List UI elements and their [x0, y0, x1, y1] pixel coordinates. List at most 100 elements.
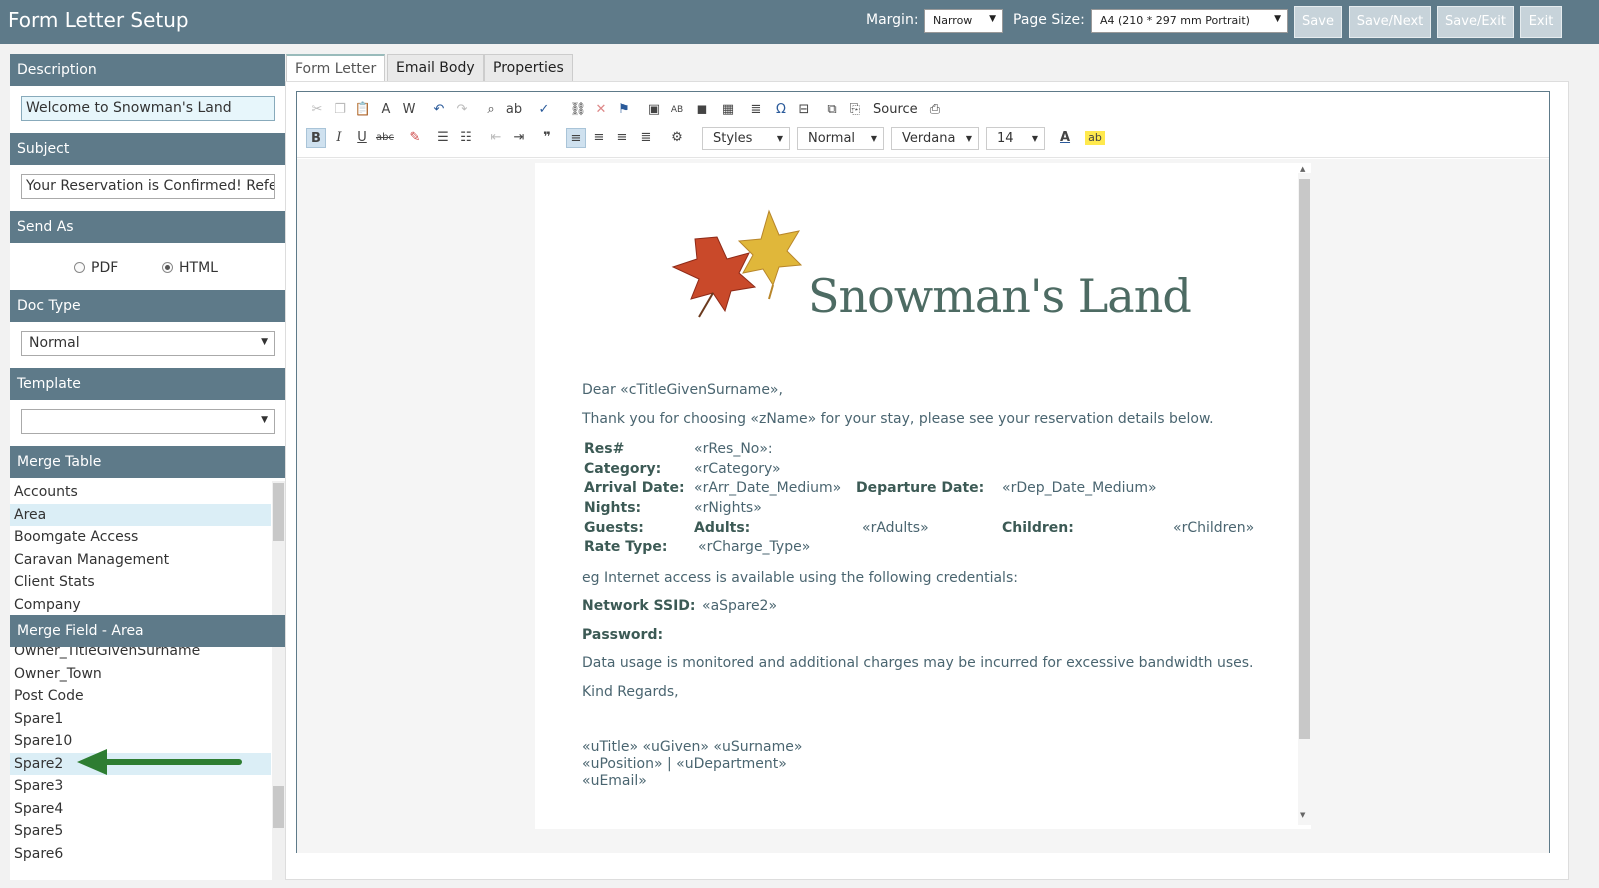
- redo-icon[interactable]: ↷: [452, 100, 472, 120]
- background-color-icon[interactable]: ab: [1085, 131, 1105, 145]
- autumn-leaves-logo: [671, 209, 803, 318]
- language-icon[interactable]: ⚙: [667, 128, 687, 148]
- image-button-icon[interactable]: ◼: [692, 100, 712, 120]
- subject-header: Subject: [10, 133, 285, 165]
- iframe-icon[interactable]: ⧉: [822, 100, 842, 120]
- list-item[interactable]: Post Code: [10, 685, 271, 708]
- align-justify-icon[interactable]: ≣: [636, 128, 656, 148]
- scrollbar[interactable]: [272, 481, 285, 615]
- merge-field-header: Merge Field - Area: [10, 615, 285, 647]
- anchor-flag-icon[interactable]: ⚑: [614, 100, 634, 120]
- list-item[interactable]: Spare3: [10, 775, 271, 798]
- align-left-icon[interactable]: ≡: [566, 128, 586, 148]
- list-item[interactable]: Spare4: [10, 798, 271, 821]
- bullet-list-icon[interactable]: ☷: [456, 128, 476, 148]
- arrival-label: Arrival Date:: [584, 480, 685, 496]
- editor-scrollbar[interactable]: ▲ ▼: [1298, 165, 1311, 825]
- template-select[interactable]: ▼: [21, 409, 275, 434]
- underline-icon[interactable]: U: [352, 128, 372, 148]
- styles-select[interactable]: Styles ▼: [702, 127, 790, 150]
- rate-type-value: «rCharge_Type»: [698, 539, 811, 555]
- doc-type-select[interactable]: Normal ▼: [21, 331, 275, 356]
- text-color-icon[interactable]: A: [1055, 128, 1075, 148]
- category-label: Category:: [584, 461, 662, 477]
- template-header: Template: [10, 368, 285, 400]
- list-item[interactable]: Spare5: [10, 820, 271, 843]
- paste-text-icon[interactable]: A: [376, 100, 396, 120]
- subject-input[interactable]: Your Reservation is Confirmed! Refe: [21, 174, 275, 199]
- editor-area[interactable]: Snowman's Land Dear «cTitleGivenSurname»…: [297, 159, 1549, 853]
- outdent-icon[interactable]: ⇤: [486, 128, 506, 148]
- cut-icon[interactable]: ✂: [307, 100, 327, 120]
- image-icon[interactable]: ▣: [644, 100, 664, 120]
- merge-table-list[interactable]: Accounts Area Boomgate Access Caravan Ma…: [10, 481, 285, 615]
- list-item[interactable]: Area: [10, 503, 271, 526]
- list-item[interactable]: Owner_TitleGivenSurname: [10, 647, 271, 663]
- print-icon[interactable]: ⎙: [925, 100, 945, 120]
- save-button[interactable]: Save: [1294, 6, 1342, 38]
- spellcheck-icon[interactable]: ✓: [534, 100, 554, 120]
- list-item[interactable]: Client Stats: [10, 571, 271, 594]
- signature-name: «uTitle» «uGiven» «uSurname»: [582, 739, 803, 755]
- list-item[interactable]: Accounts: [10, 481, 271, 504]
- list-item[interactable]: Caravan Management: [10, 549, 271, 572]
- numbered-list-icon[interactable]: ☰: [433, 128, 453, 148]
- font-size-value: 14: [997, 131, 1014, 146]
- align-right-icon[interactable]: ≡: [612, 128, 632, 148]
- font-value: Verdana: [902, 131, 956, 146]
- list-item[interactable]: Company: [10, 594, 271, 616]
- tab-form-letter[interactable]: Form Letter: [286, 54, 386, 83]
- chevron-down-icon: ▼: [870, 134, 877, 143]
- save-exit-button[interactable]: Save/Exit: [1437, 6, 1514, 38]
- list-item[interactable]: Owner_Town: [10, 663, 271, 686]
- undo-icon[interactable]: ↶: [429, 100, 449, 120]
- scrollbar-thumb[interactable]: [273, 483, 284, 541]
- radio-html[interactable]: HTML: [162, 260, 218, 276]
- unlink-icon[interactable]: ✕: [591, 100, 611, 120]
- tab-email-body[interactable]: Email Body: [387, 54, 484, 82]
- bold-icon[interactable]: B: [306, 128, 326, 148]
- description-input[interactable]: Welcome to Snowman's Land: [21, 96, 275, 121]
- italic-icon[interactable]: I: [329, 128, 349, 148]
- replace-icon[interactable]: ab: [504, 100, 524, 120]
- source-button[interactable]: Source: [873, 102, 918, 117]
- res-value: «rRes_No»:: [694, 441, 773, 457]
- scroll-down-icon[interactable]: ▼: [1300, 811, 1305, 819]
- find-icon[interactable]: ⌕: [481, 100, 501, 120]
- radio-pdf[interactable]: PDF: [74, 260, 118, 276]
- top-bar: Form Letter Setup Margin: Narrow ▼ Page S…: [0, 0, 1599, 44]
- nights-value: «rNights»: [694, 500, 762, 516]
- source-icon[interactable]: ⎘: [845, 100, 865, 120]
- copy-icon[interactable]: ❐: [330, 100, 350, 120]
- flash-icon[interactable]: AB: [667, 100, 687, 120]
- table-icon[interactable]: ▦: [718, 100, 738, 120]
- save-next-button[interactable]: Save/Next: [1349, 6, 1431, 38]
- remove-format-icon[interactable]: ✎: [405, 128, 425, 148]
- scrollbar-thumb[interactable]: [1299, 179, 1310, 739]
- paste-word-icon[interactable]: W: [399, 100, 419, 120]
- page-break-icon[interactable]: ⊟: [794, 100, 814, 120]
- scrollbar[interactable]: [272, 647, 285, 880]
- list-item[interactable]: Spare1: [10, 708, 271, 731]
- list-item[interactable]: Boomgate Access: [10, 526, 271, 549]
- page-size-select[interactable]: A4 (210 * 297 mm Portrait) ▼: [1091, 9, 1288, 33]
- document-page[interactable]: Snowman's Land Dear «cTitleGivenSurname»…: [535, 163, 1311, 829]
- margin-select[interactable]: Narrow ▼: [924, 9, 1003, 33]
- strikethrough-icon[interactable]: abc: [375, 128, 395, 148]
- scrollbar-thumb[interactable]: [273, 786, 284, 828]
- horizontal-rule-icon[interactable]: ≣: [746, 100, 766, 120]
- scroll-up-icon[interactable]: ▲: [1300, 165, 1305, 173]
- paste-icon[interactable]: 📋: [353, 100, 373, 120]
- blockquote-icon[interactable]: ❞: [537, 128, 557, 148]
- special-char-icon[interactable]: Ω: [771, 100, 791, 120]
- link-icon[interactable]: ⛓: [568, 100, 588, 120]
- font-size-select[interactable]: 14 ▼: [986, 127, 1045, 150]
- tab-properties[interactable]: Properties: [484, 54, 573, 82]
- exit-button[interactable]: Exit: [1520, 6, 1562, 38]
- list-item[interactable]: Spare6: [10, 843, 271, 866]
- indent-icon[interactable]: ⇥: [509, 128, 529, 148]
- font-select[interactable]: Verdana ▼: [891, 127, 979, 150]
- page-title: Form Letter Setup: [8, 8, 189, 32]
- align-center-icon[interactable]: ≡: [589, 128, 609, 148]
- format-select[interactable]: Normal ▼: [797, 127, 884, 150]
